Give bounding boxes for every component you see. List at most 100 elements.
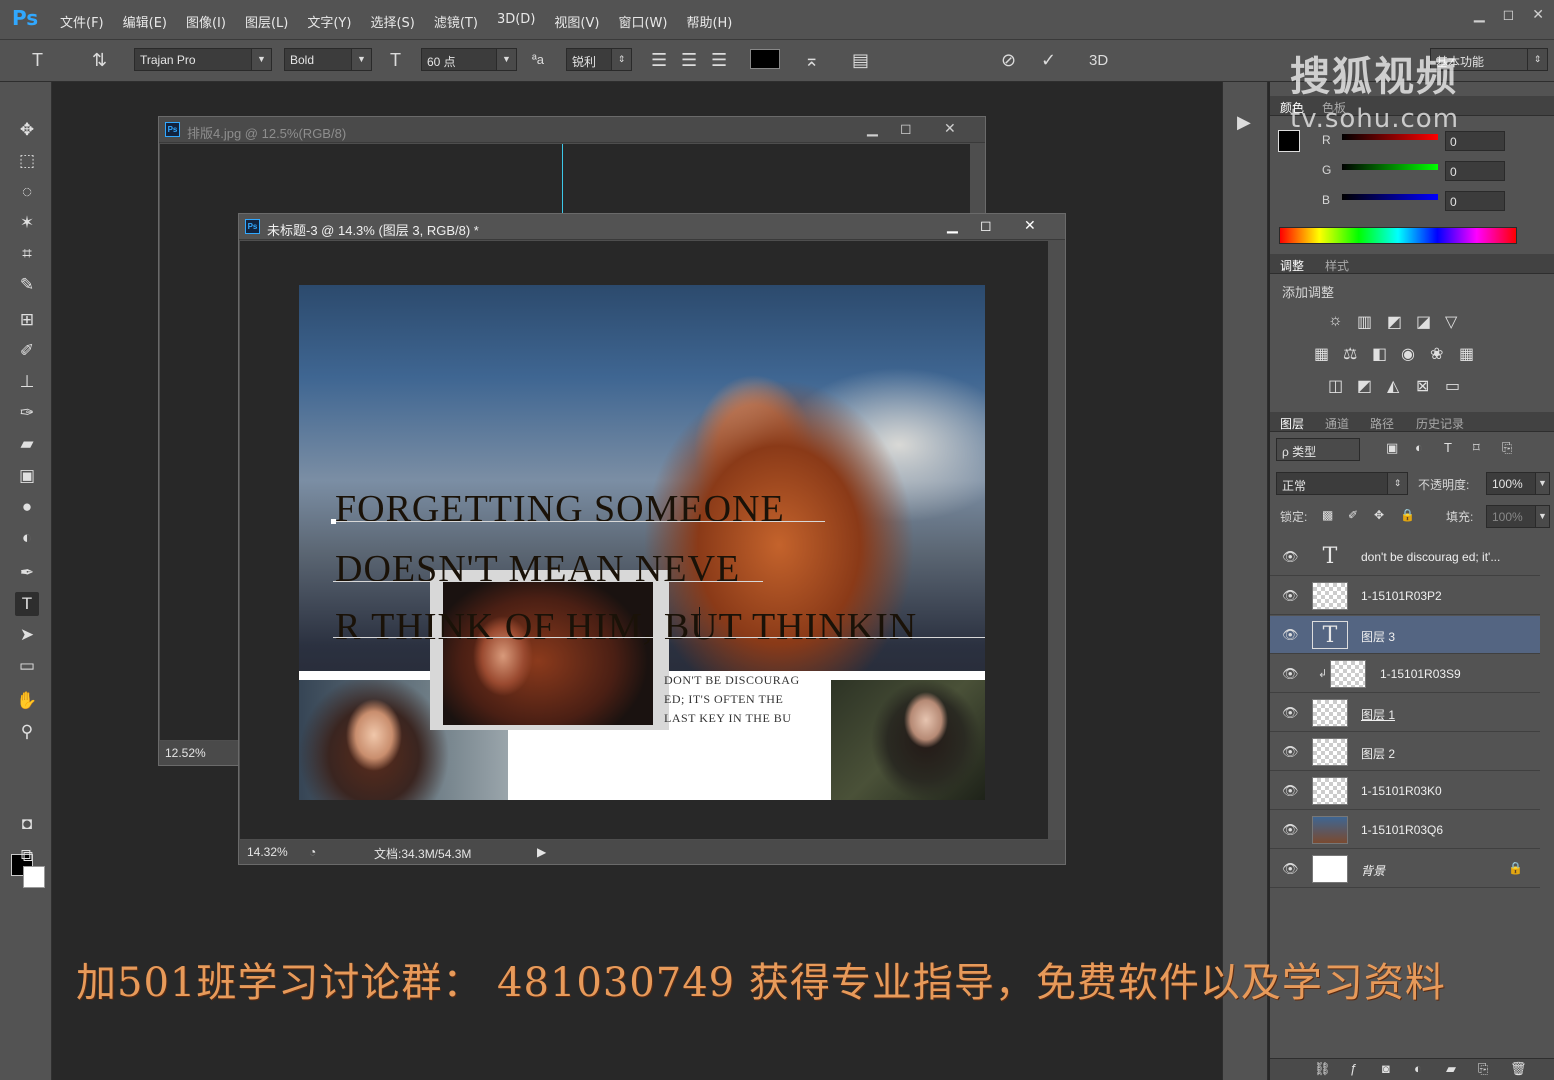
black-white-icon[interactable]: ◧ [1372,344,1387,364]
history-brush-icon[interactable]: ✑ [15,401,39,425]
commit-icon[interactable]: ✓ [1041,50,1056,71]
quick-mask-icon[interactable]: ◘ [15,812,39,836]
type-tool-preset-icon[interactable]: T [32,50,43,71]
dodge-tool-icon[interactable]: ◐ [15,526,39,550]
align-right-icon[interactable]: ☰ [711,50,727,71]
exposure-icon[interactable]: ◪ [1416,312,1431,332]
tab-history[interactable]: 历史记录 [1416,415,1464,432]
color-spectrum-ramp[interactable] [1279,227,1517,244]
layer-row[interactable]: 👁 1-15101R03Q6 [1270,811,1540,849]
menu-file[interactable]: 文件(F) [60,12,114,31]
posterize-icon[interactable]: ◩ [1357,376,1372,396]
document-tab-back[interactable]: Ps 排版4.jpg @ 12.5%(RGB/8) ▁ ◻ ✕ [159,117,985,143]
invert-icon[interactable]: ◫ [1328,376,1343,396]
eye-icon[interactable]: 👁 [1282,705,1299,721]
opacity-input[interactable]: 100% ▼ [1486,472,1550,495]
minimize-icon[interactable]: ▁ [867,120,878,137]
photo-filter-icon[interactable]: ◉ [1401,344,1415,364]
restore-icon[interactable]: ◻ [900,120,912,137]
eraser-tool-icon[interactable]: ▰ [15,432,39,456]
selective-color-icon[interactable]: ▭ [1445,376,1460,396]
layer-row-selected[interactable]: 👁 T 图层 3 [1270,616,1540,654]
align-left-icon[interactable]: ☰ [651,50,667,71]
menu-3d[interactable]: 3D(D) [497,12,545,31]
eye-icon[interactable]: 👁 [1282,666,1299,682]
color-balance-icon[interactable]: ⚖ [1343,344,1357,364]
headline-line-1[interactable]: FORGETTING SOMEONE [335,487,785,531]
blue-slider[interactable] [1342,194,1438,200]
tab-paths[interactable]: 路径 [1370,415,1394,432]
layer-row[interactable]: 👁 图层 2 [1270,733,1540,771]
new-group-icon[interactable]: ▰ [1446,1061,1456,1077]
text-anchor-handle[interactable] [331,519,336,524]
type-tool-icon[interactable]: T [15,592,39,616]
text-orientation-icon[interactable]: ⇅ [92,50,107,71]
play-action-icon[interactable]: ▶ [1237,112,1251,133]
close-icon[interactable]: ✕ [1024,217,1036,234]
blue-value[interactable]: 0 [1445,191,1505,211]
red-slider[interactable] [1342,134,1438,140]
gradient-tool-icon[interactable]: ▣ [15,464,39,488]
eye-icon[interactable]: 👁 [1282,861,1299,877]
layer-row[interactable]: 👁 T don't be discourag ed; it'... [1270,538,1540,576]
restore-icon[interactable]: ◻ [1503,6,1515,23]
minimize-icon[interactable]: ▁ [947,217,958,234]
curves-icon[interactable]: ◩ [1387,312,1402,332]
status-menu-arrow-icon[interactable]: ▶ [537,845,546,859]
eye-icon[interactable]: 👁 [1282,783,1299,799]
menu-edit[interactable]: 编辑(E) [123,12,177,31]
red-value[interactable]: 0 [1445,131,1505,151]
lock-all-icon[interactable]: 🔒 [1400,508,1415,522]
antialias-select[interactable]: 锐利 ⇕ [566,48,632,71]
green-value[interactable]: 0 [1445,161,1505,181]
zoom-level[interactable]: 12.52% [165,746,206,760]
fx-icon[interactable]: ƒ [1350,1061,1357,1076]
filter-shape-icon[interactable]: ⌑ [1473,440,1480,456]
filter-smart-object-icon[interactable]: ⎘ [1502,440,1512,456]
headline-line-2[interactable]: DOESN'T MEAN NEVE [335,547,740,591]
crop-tool-icon[interactable]: ⌗ [15,242,39,266]
zoom-level[interactable]: 14.32% [247,845,288,859]
link-layers-icon[interactable]: ⛓ [1314,1061,1331,1077]
font-family-select[interactable]: Trajan Pro ▼ [134,48,272,71]
tab-channels[interactable]: 通道 [1325,415,1349,432]
layer-row[interactable]: 👁 ↲ 1-15101R03S9 [1270,655,1540,693]
marquee-tool-icon[interactable]: ⬚ [15,149,39,173]
threshold-icon[interactable]: ◭ [1387,376,1399,396]
filter-type-icon[interactable]: T [1444,440,1452,455]
delete-layer-icon[interactable]: 🗑 [1510,1061,1527,1077]
restore-icon[interactable]: ◻ [980,217,992,234]
fill-input[interactable]: 100% ▼ [1486,505,1550,528]
menu-image[interactable]: 图像(I) [186,12,236,31]
text-color-swatch[interactable] [750,49,780,69]
clone-stamp-icon[interactable]: ⊥ [15,370,39,394]
character-panel-icon[interactable]: ▤ [852,50,869,71]
lock-position-icon[interactable]: ✥ [1374,508,1384,522]
hand-tool-icon[interactable]: ✋ [15,689,39,713]
close-icon[interactable]: ✕ [1532,6,1544,23]
menu-view[interactable]: 视图(V) [554,12,609,31]
menu-window[interactable]: 窗口(W) [618,12,677,31]
screen-mode-icon[interactable]: ⧉ [15,844,39,868]
menu-layer[interactable]: 图层(L) [245,12,298,31]
layer-row[interactable]: 👁 1-15101R03K0 [1270,772,1540,810]
lasso-tool-icon[interactable]: ◌ [15,180,39,204]
levels-icon[interactable]: ▥ [1357,312,1372,332]
blur-tool-icon[interactable]: ● [15,495,39,519]
healing-brush-icon[interactable]: ⊞ [15,308,39,332]
add-mask-icon[interactable]: ◙ [1382,1061,1390,1076]
align-center-icon[interactable]: ☰ [681,50,697,71]
eye-icon[interactable]: 👁 [1282,549,1299,565]
color-lookup-icon[interactable]: ▦ [1459,344,1474,364]
vibrance-icon[interactable]: ▽ [1445,312,1457,332]
tab-adjustments[interactable]: 调整 [1280,257,1304,274]
lock-image-icon[interactable]: ✐ [1348,508,1358,522]
headline-line-3[interactable]: R THINK OF HIM, BUT THINKIN [335,605,917,649]
tab-styles[interactable]: 样式 [1325,257,1349,274]
layer-row[interactable]: 👁 1-15101R03P2 [1270,577,1540,615]
background-color[interactable] [23,866,45,888]
eye-icon[interactable]: 👁 [1282,822,1299,838]
filter-pixel-icon[interactable]: ▣ [1386,440,1398,456]
pen-tool-icon[interactable]: ✒ [15,561,39,585]
menu-type[interactable]: 文字(Y) [307,12,361,31]
